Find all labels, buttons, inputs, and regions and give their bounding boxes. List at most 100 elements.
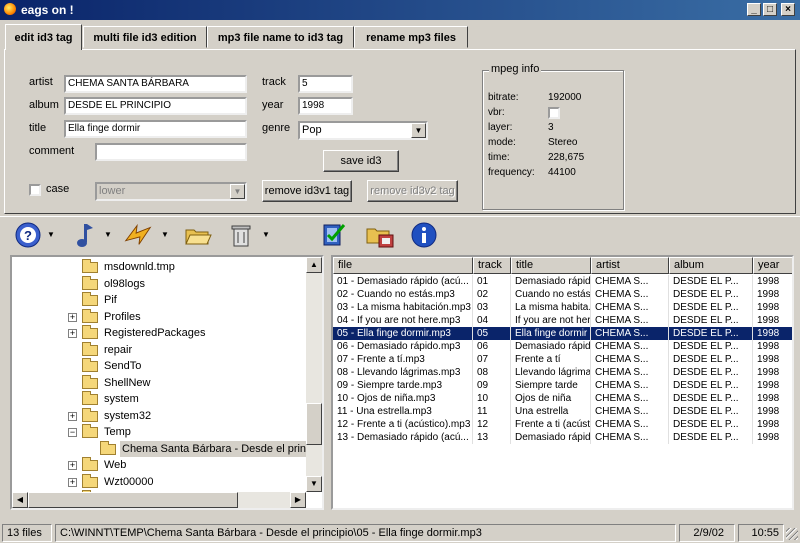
scroll-down-button[interactable]: ▼ — [306, 476, 322, 492]
vbr-label: vbr: — [488, 107, 505, 118]
column-header-artist[interactable]: artist — [591, 257, 669, 274]
tree-item[interactable]: + Profiles — [12, 308, 306, 325]
table-row[interactable]: 12 - Frente a ti (acústico).mp3 12 Frente … — [333, 418, 792, 431]
table-row[interactable]: 02 - Cuando no estás.mp3 02 Cuando no está… — [333, 288, 792, 301]
table-cell: 1998 — [753, 366, 792, 379]
tree-item[interactable]: Chema Santa Bárbara - Desde el principio — [12, 440, 322, 457]
music-dropdown-icon[interactable]: ▼ — [104, 230, 112, 239]
artist-field[interactable]: CHEMA SANTA BÁRBARA — [64, 75, 247, 93]
expand-icon[interactable]: + — [68, 329, 77, 338]
column-header-year[interactable]: year — [753, 257, 792, 274]
artist-label: artist — [29, 76, 53, 88]
table-cell: 01 - Demasiado rápido (acú... — [333, 275, 473, 288]
case-select[interactable]: lower ▼ — [95, 182, 247, 201]
resize-grip-icon[interactable] — [786, 528, 798, 540]
tree-item[interactable]: Pif — [12, 292, 306, 308]
folder-icon — [82, 292, 98, 306]
scroll-right-button[interactable]: ▶ — [290, 492, 306, 508]
table-row[interactable]: 04 - If you are not here.mp3 04 If you are… — [333, 314, 792, 327]
tree-item[interactable]: ol98logs — [12, 275, 306, 292]
table-row[interactable]: 06 - Demasiado rápido.mp3 06 Demasiado ráp… — [333, 340, 792, 353]
table-cell: 13 - Demasiado rápido (acú... — [333, 431, 473, 444]
table-row[interactable]: 10 - Ojos de niña.mp3 10 Ojos de niña CHEMA… — [333, 392, 792, 405]
lightning-dropdown-icon[interactable]: ▼ — [161, 230, 169, 239]
tab-edit-id3-tag[interactable]: edit id3 tag — [5, 24, 82, 50]
tree-item-label: SendTo — [104, 360, 142, 372]
folder-icon — [82, 506, 91, 508]
album-field[interactable]: DESDE EL PRINCIPIO — [64, 97, 247, 115]
column-header-track[interactable]: track — [473, 257, 511, 274]
tree-hscroll-thumb[interactable] — [28, 492, 238, 508]
minimize-button[interactable]: _ — [747, 3, 761, 16]
close-button[interactable]: × — [781, 3, 795, 16]
tree-item[interactable]: − Temp — [12, 424, 306, 440]
help-icon[interactable]: ? — [12, 220, 44, 250]
table-row[interactable]: 11 - Una estrella.mp3 11 Una estrella CHEMA… — [333, 405, 792, 418]
music-note-icon[interactable] — [68, 220, 100, 250]
tree-item[interactable]: msdownld.tmp — [12, 259, 306, 275]
table-row[interactable]: 08 - Llevando lágrimas.mp3 08 Llevando lág… — [333, 366, 792, 379]
table-row[interactable]: 07 - Frente a tí.mp3 07 Frente a tí CHEMA S… — [333, 353, 792, 366]
table-cell: 1998 — [753, 353, 792, 366]
tree-horizontal-scrollbar[interactable]: ◀ ▶ — [12, 492, 306, 508]
table-row[interactable]: 03 - La misma habitación.mp3 03 La misma h… — [333, 301, 792, 314]
maximize-button[interactable]: □ — [763, 3, 777, 16]
genre-select[interactable]: Pop ▼ — [298, 121, 428, 140]
column-header-file[interactable]: file — [333, 257, 473, 274]
column-header-album[interactable]: album — [669, 257, 753, 274]
table-cell: DESDE EL P... — [669, 379, 753, 392]
tree-item[interactable]: + Web — [12, 457, 306, 473]
trash-icon[interactable] — [225, 220, 257, 250]
lightning-icon[interactable] — [122, 220, 154, 250]
title-bar[interactable]: eags on ! _ □ × — [0, 0, 800, 20]
save-id3-button[interactable]: save id3 — [323, 150, 399, 172]
title-field[interactable]: Ella finge dormir — [64, 120, 247, 138]
table-cell: CHEMA S... — [591, 431, 669, 444]
expand-icon[interactable]: + — [68, 477, 77, 487]
expand-icon[interactable]: + — [68, 411, 77, 421]
year-field[interactable]: 1998 — [298, 97, 353, 115]
folder-tree[interactable]: msdownld.tmp ol98logs Pif + Profiles + Registe… — [10, 255, 324, 510]
table-row[interactable]: 01 - Demasiado rápido (acú... 01 Demasiado… — [333, 275, 792, 288]
table-cell: CHEMA S... — [591, 405, 669, 418]
status-path: C:\WINNT\TEMP\Chema Santa Bárbara - Desd… — [55, 524, 676, 542]
expand-icon[interactable]: + — [68, 461, 77, 470]
tab-rename-mp3-files[interactable]: rename mp3 files — [354, 26, 468, 48]
tree-vertical-scrollbar[interactable]: ▲ ▼ — [306, 257, 322, 492]
file-list[interactable]: file track title artist album year 01 - Demas… — [331, 255, 794, 510]
expand-icon[interactable]: + — [68, 312, 77, 322]
tab-multi-file-id3-edition[interactable]: multi file id3 edition — [83, 26, 207, 48]
folder-icon — [82, 407, 98, 422]
tree-scroll-thumb[interactable] — [306, 403, 322, 445]
tree-item[interactable]: + Wzt00000 — [12, 473, 306, 490]
help-dropdown-icon[interactable]: ▼ — [47, 230, 55, 239]
info-icon[interactable] — [408, 220, 440, 250]
table-cell: 08 - Llevando lágrimas.mp3 — [333, 366, 473, 379]
scroll-up-button[interactable]: ▲ — [306, 257, 322, 273]
trash-dropdown-icon[interactable]: ▼ — [262, 230, 270, 239]
case-checkbox[interactable] — [29, 184, 41, 196]
tree-item[interactable]: system — [12, 391, 306, 407]
chevron-down-icon[interactable]: ▼ — [230, 184, 245, 199]
tree-item[interactable]: SendTo — [12, 358, 306, 374]
remove-id3v1-button[interactable]: remove id3v1 tag — [262, 180, 352, 202]
tree-item[interactable]: + system32 — [12, 407, 306, 424]
checkmark-edit-icon[interactable] — [318, 220, 350, 250]
tab-mp3-file-name-to-id3-tag[interactable]: mp3 file name to id3 tag — [207, 26, 354, 48]
comment-field[interactable] — [95, 143, 247, 161]
table-row[interactable]: 13 - Demasiado rápido (acú... 13 Demasiado… — [333, 431, 792, 444]
folder-gear-icon[interactable] — [364, 220, 396, 250]
tree-item[interactable]: repair — [12, 341, 306, 358]
folder-icon — [82, 275, 98, 290]
track-field[interactable]: 5 — [298, 75, 353, 93]
table-row[interactable]: 05 - Ella finge dormir.mp3 05 Ella finge d… — [333, 327, 792, 340]
open-folder-icon[interactable] — [182, 220, 214, 250]
collapse-icon[interactable]: − — [68, 428, 77, 437]
tree-item-label: ShellNew — [104, 376, 151, 389]
table-row[interactable]: 09 - Siempre tarde.mp3 09 Siempre tarde CHE… — [333, 379, 792, 392]
scroll-left-button[interactable]: ◀ — [12, 492, 28, 508]
tree-item[interactable]: + RegisteredPackages — [12, 325, 306, 341]
chevron-down-icon[interactable]: ▼ — [411, 123, 426, 138]
column-header-title[interactable]: title — [511, 257, 591, 274]
tree-item[interactable]: ShellNew — [12, 374, 306, 391]
